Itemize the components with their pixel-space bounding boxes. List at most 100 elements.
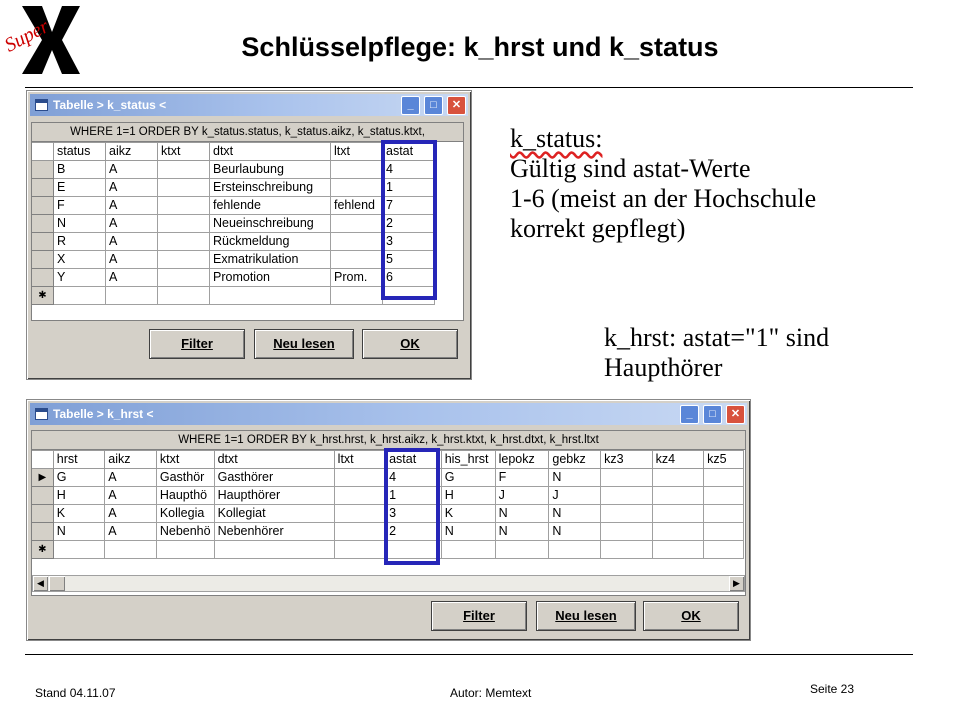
- column-header[interactable]: dtxt: [209, 142, 331, 161]
- table-cell[interactable]: J: [494, 486, 550, 505]
- scroll-left-icon[interactable]: ◀: [33, 576, 48, 591]
- table-cell[interactable]: B: [53, 160, 106, 179]
- table-cell[interactable]: [600, 522, 653, 541]
- table-cell[interactable]: [330, 232, 383, 251]
- table-cell[interactable]: N: [494, 504, 550, 523]
- table-cell[interactable]: [333, 540, 387, 559]
- table-cell[interactable]: Neueinschreibung: [209, 214, 331, 233]
- table-cell[interactable]: Y: [53, 268, 106, 287]
- table-cell[interactable]: Haupthö: [155, 486, 215, 505]
- table-row[interactable]: R A Rückmeldung 3: [32, 232, 435, 251]
- row-selector[interactable]: [32, 232, 54, 251]
- table-cell[interactable]: [703, 522, 744, 541]
- horizontal-scrollbar[interactable]: ◀ ▶: [32, 575, 745, 592]
- table-cell[interactable]: [703, 486, 744, 505]
- table-cell[interactable]: A: [105, 268, 158, 287]
- row-selector[interactable]: ✱: [32, 540, 54, 559]
- table-cell[interactable]: G: [440, 468, 496, 487]
- table-row[interactable]: Y A Promotion Prom. 6: [32, 268, 435, 287]
- table-cell[interactable]: [330, 250, 383, 269]
- k-status-titlebar[interactable]: Tabelle > k_status < _ □ ✕: [30, 94, 468, 116]
- filter-button[interactable]: Filter: [431, 601, 527, 631]
- table-cell[interactable]: Nebenhö: [155, 522, 215, 541]
- scroll-thumb[interactable]: [49, 576, 65, 591]
- table-cell[interactable]: A: [104, 522, 157, 541]
- table-cell[interactable]: [703, 540, 744, 559]
- table-cell[interactable]: [651, 504, 705, 523]
- table-cell[interactable]: [440, 540, 496, 559]
- table-cell[interactable]: Gasthörer: [213, 468, 335, 487]
- column-header[interactable]: ktxt: [155, 450, 215, 469]
- reload-button[interactable]: Neu lesen: [536, 601, 636, 631]
- table-cell[interactable]: A: [105, 250, 158, 269]
- table-cell[interactable]: A: [105, 178, 158, 197]
- column-header[interactable]: aikz: [105, 142, 158, 161]
- table-cell[interactable]: [600, 468, 653, 487]
- column-header[interactable]: dtxt: [213, 450, 335, 469]
- row-selector[interactable]: [32, 504, 54, 523]
- new-row[interactable]: ✱: [32, 286, 435, 305]
- table-cell[interactable]: Kollegiat: [213, 504, 335, 523]
- table-cell[interactable]: [213, 540, 335, 559]
- table-cell[interactable]: [157, 160, 210, 179]
- column-header[interactable]: status: [53, 142, 106, 161]
- table-cell[interactable]: [330, 214, 383, 233]
- table-cell[interactable]: H: [52, 486, 106, 505]
- column-header[interactable]: ltxt: [333, 450, 387, 469]
- table-cell[interactable]: K: [440, 504, 496, 523]
- row-selector[interactable]: [32, 268, 54, 287]
- k-hrst-titlebar[interactable]: Tabelle > k_hrst < _ □ ✕: [30, 403, 747, 425]
- table-cell[interactable]: [155, 540, 215, 559]
- table-cell[interactable]: [157, 196, 210, 215]
- table-cell[interactable]: A: [105, 196, 158, 215]
- table-cell[interactable]: Nebenhörer: [213, 522, 335, 541]
- table-cell[interactable]: N: [52, 522, 106, 541]
- table-cell[interactable]: [703, 504, 744, 523]
- table-cell[interactable]: Beurlaubung: [209, 160, 331, 179]
- close-icon[interactable]: ✕: [726, 405, 745, 424]
- table-cell[interactable]: [651, 486, 705, 505]
- table-cell[interactable]: [157, 268, 210, 287]
- table-cell[interactable]: [494, 540, 550, 559]
- table-cell[interactable]: A: [104, 504, 157, 523]
- row-selector[interactable]: [32, 214, 54, 233]
- row-selector[interactable]: [32, 486, 54, 505]
- scroll-right-icon[interactable]: ▶: [729, 576, 744, 591]
- table-cell[interactable]: [330, 286, 383, 305]
- table-row[interactable]: X A Exmatrikulation 5: [32, 250, 435, 269]
- table-cell[interactable]: fehlend: [330, 196, 383, 215]
- table-cell[interactable]: F: [494, 468, 550, 487]
- table-cell[interactable]: [548, 540, 602, 559]
- table-cell[interactable]: [600, 504, 653, 523]
- table-cell[interactable]: [53, 286, 106, 305]
- row-selector[interactable]: [32, 196, 54, 215]
- table-cell[interactable]: N: [548, 504, 602, 523]
- ok-button[interactable]: OK: [643, 601, 739, 631]
- table-cell[interactable]: fehlende: [209, 196, 331, 215]
- table-cell[interactable]: A: [104, 468, 157, 487]
- table-cell[interactable]: [333, 468, 387, 487]
- column-header[interactable]: ktxt: [157, 142, 210, 161]
- table-cell[interactable]: H: [440, 486, 496, 505]
- table-cell[interactable]: A: [105, 160, 158, 179]
- row-selector[interactable]: [32, 160, 54, 179]
- maximize-icon[interactable]: □: [703, 405, 722, 424]
- table-cell[interactable]: [333, 522, 387, 541]
- table-cell[interactable]: [651, 468, 705, 487]
- table-cell[interactable]: E: [53, 178, 106, 197]
- table-cell[interactable]: [330, 178, 383, 197]
- table-cell[interactable]: [600, 540, 653, 559]
- table-row[interactable]: F Afehlende fehlend 7: [32, 196, 435, 215]
- table-cell[interactable]: [104, 540, 157, 559]
- table-cell[interactable]: [157, 250, 210, 269]
- table-cell[interactable]: [52, 540, 106, 559]
- table-cell[interactable]: [157, 232, 210, 251]
- table-cell[interactable]: Kollegia: [155, 504, 215, 523]
- table-cell[interactable]: R: [53, 232, 106, 251]
- column-header[interactable]: his_hrst: [440, 450, 496, 469]
- table-cell[interactable]: N: [548, 522, 602, 541]
- table-cell[interactable]: [333, 486, 387, 505]
- table-cell[interactable]: Gasthör: [155, 468, 215, 487]
- filter-button[interactable]: Filter: [149, 329, 245, 359]
- table-cell[interactable]: N: [440, 522, 496, 541]
